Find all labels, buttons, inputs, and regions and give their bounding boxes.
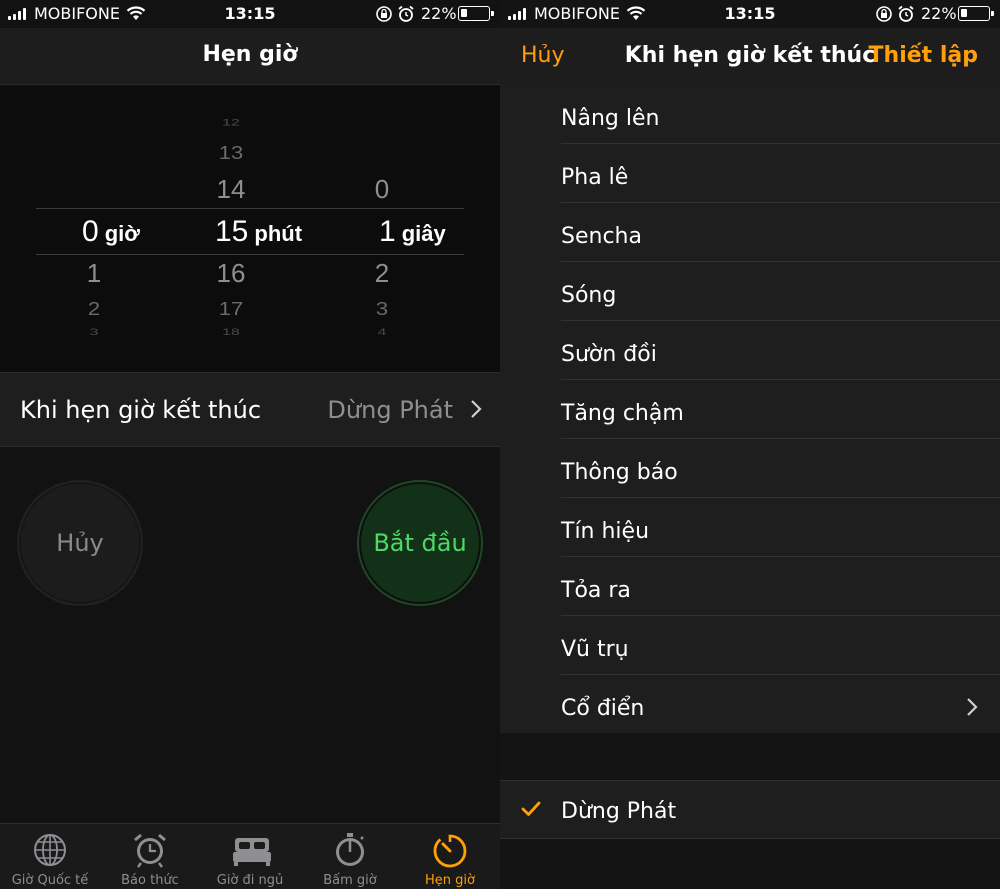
seconds-below-3: 4 bbox=[377, 328, 387, 338]
when-timer-ends-value: Dừng Phát bbox=[327, 396, 453, 424]
start-button[interactable]: Bắt đầu bbox=[359, 482, 481, 604]
minutes-below-3: 18 bbox=[222, 328, 240, 338]
stop-playing-label: Dừng Phát bbox=[561, 799, 677, 824]
hours-below-2: 2 bbox=[87, 297, 101, 320]
picker-selection-top-line bbox=[36, 208, 464, 209]
minutes-above-3: 14 bbox=[216, 174, 246, 204]
list-item[interactable]: Tỏa ra bbox=[500, 557, 1000, 616]
list-item[interactable]: Sườn đồi bbox=[500, 321, 1000, 380]
timer-icon bbox=[433, 834, 467, 868]
list-item[interactable]: Pha lê bbox=[500, 144, 1000, 203]
list-item[interactable]: Sencha bbox=[500, 203, 1000, 262]
minutes-above-1: 12 bbox=[222, 117, 240, 128]
sound-list: Nâng lên Pha lê Sencha Sóng Sườn đồi Tăn… bbox=[500, 85, 1000, 733]
hours-unit: giờ bbox=[104, 221, 140, 246]
when-timer-ends-label: Khi hẹn giờ kết thúc bbox=[20, 396, 262, 424]
hours-below-3: 3 bbox=[89, 328, 99, 338]
checkmark-icon bbox=[521, 801, 541, 816]
list-item[interactable]: Sóng bbox=[500, 262, 1000, 321]
seconds-above-1: 0 bbox=[374, 174, 390, 204]
sound-name: Nâng lên bbox=[561, 106, 660, 131]
minutes-value: 15 bbox=[215, 215, 249, 248]
minutes-below-1: 16 bbox=[216, 258, 246, 288]
when-timer-ends-row[interactable]: Khi hẹn giờ kết thúc Dừng Phát bbox=[0, 372, 500, 447]
picker-selection-bottom-line bbox=[36, 254, 464, 255]
list-item-classic[interactable]: Cổ điển bbox=[500, 675, 1000, 734]
tab-timer[interactable]: Hẹn giờ bbox=[400, 824, 500, 889]
alarm-status-icon bbox=[398, 5, 414, 22]
set-button[interactable]: Thiết lập bbox=[869, 43, 978, 68]
tab-world-clock[interactable]: Giờ Quốc tế bbox=[0, 824, 100, 889]
stopwatch-icon bbox=[336, 833, 364, 866]
seconds-below-1: 2 bbox=[374, 258, 390, 288]
sound-name: Tín hiệu bbox=[561, 519, 650, 544]
minutes-below-2: 17 bbox=[218, 297, 244, 320]
alarm-clock-icon bbox=[134, 833, 166, 868]
tab-bar: Giờ Quốc tế Báo thức Giờ đi ngủ Bấm giờ … bbox=[0, 823, 500, 889]
sound-name: Vũ trụ bbox=[561, 637, 629, 662]
seconds-unit: giây bbox=[401, 221, 446, 246]
rotation-lock-icon bbox=[376, 6, 392, 22]
sound-name: Tỏa ra bbox=[561, 578, 631, 603]
rotation-lock-icon bbox=[876, 6, 892, 22]
list-item[interactable]: Tín hiệu bbox=[500, 498, 1000, 557]
list-item[interactable]: Thông báo bbox=[500, 439, 1000, 498]
status-bar: MOBIFONE 13:15 22% bbox=[500, 0, 1000, 28]
status-bar: MOBIFONE 13:15 22% bbox=[0, 0, 500, 28]
sound-name: Sườn đồi bbox=[561, 342, 657, 367]
tab-label: Bấm giờ bbox=[323, 873, 377, 888]
tab-stopwatch[interactable]: Bấm giờ bbox=[300, 824, 400, 889]
battery-percent: 22% bbox=[421, 4, 457, 23]
battery-icon bbox=[458, 6, 494, 21]
hours-value: 0 bbox=[82, 215, 99, 248]
sound-name: Tăng chậm bbox=[561, 401, 684, 426]
hours-below-1: 1 bbox=[86, 258, 102, 288]
minutes-above-2: 13 bbox=[218, 141, 244, 164]
minutes-unit: phút bbox=[254, 221, 303, 246]
seconds-selected: 1 giây bbox=[379, 215, 446, 249]
chevron-right-icon bbox=[967, 698, 978, 716]
bed-icon bbox=[233, 838, 271, 866]
list-item[interactable]: Nâng lên bbox=[500, 85, 1000, 144]
sound-name: Sencha bbox=[561, 224, 642, 249]
chevron-right-icon bbox=[471, 400, 482, 418]
sound-name: Pha lê bbox=[561, 165, 629, 190]
list-item[interactable]: Vũ trụ bbox=[500, 616, 1000, 675]
nav-bar: Hủy Khi hẹn giờ kết thúc Thiết lập bbox=[500, 28, 1000, 85]
seconds-below-2: 3 bbox=[375, 297, 389, 320]
list-item[interactable]: Tăng chậm bbox=[500, 380, 1000, 439]
globe-icon bbox=[34, 834, 66, 866]
hours-selected: 0 giờ bbox=[82, 215, 140, 249]
timer-screen: MOBIFONE 13:15 22% Hẹn giờ 0 giờ 1 2 3 12… bbox=[0, 0, 500, 889]
tab-label: Báo thức bbox=[121, 873, 179, 888]
page-title: Hẹn giờ bbox=[202, 42, 298, 67]
sound-name: Cổ điển bbox=[561, 696, 645, 721]
seconds-value: 1 bbox=[379, 215, 396, 248]
tab-alarm[interactable]: Báo thức bbox=[100, 824, 200, 889]
tab-bedtime[interactable]: Giờ đi ngủ bbox=[200, 824, 300, 889]
cancel-button[interactable]: Hủy bbox=[19, 482, 141, 604]
sound-name: Sóng bbox=[561, 283, 617, 308]
alarm-status-icon bbox=[898, 5, 914, 22]
battery-icon bbox=[958, 6, 994, 21]
duration-picker[interactable]: 0 giờ 1 2 3 12 13 14 15 phút 16 17 18 0 1g… bbox=[0, 86, 500, 372]
when-timer-ends-screen: MOBIFONE 13:15 22% Hủy Khi hẹn giờ kết t… bbox=[500, 0, 1000, 889]
battery-percent: 22% bbox=[921, 4, 957, 23]
tab-label: Giờ đi ngủ bbox=[216, 873, 284, 888]
tab-label: Giờ Quốc tế bbox=[11, 873, 89, 888]
stop-playing-row[interactable]: Dừng Phát bbox=[500, 780, 1000, 839]
sound-name: Thông báo bbox=[561, 460, 678, 485]
tab-label: Hẹn giờ bbox=[425, 873, 475, 888]
nav-bar: Hẹn giờ bbox=[0, 28, 500, 85]
minutes-selected: 15 phút bbox=[215, 215, 302, 249]
